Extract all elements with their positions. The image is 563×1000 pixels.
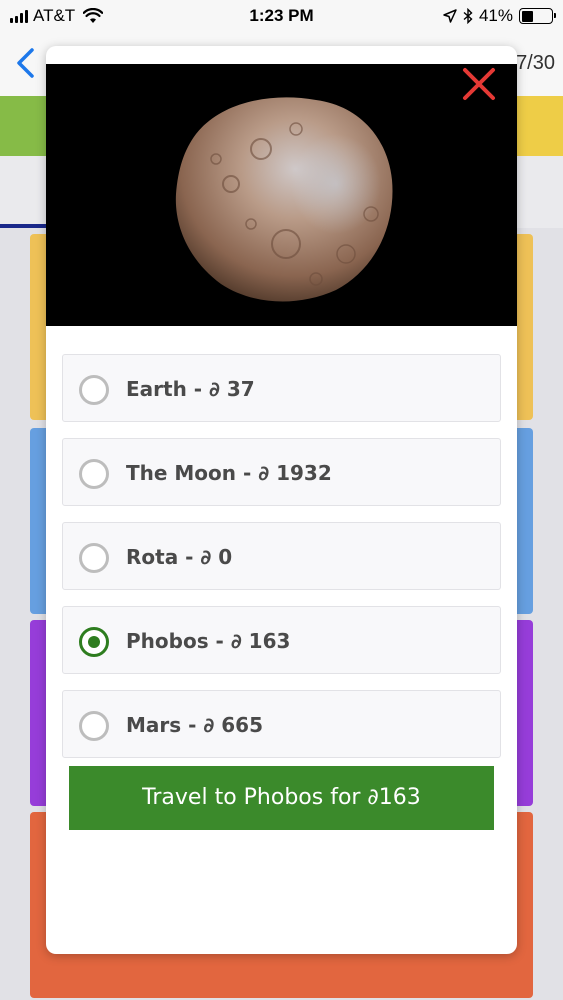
option-label: The Moon - ∂ 1932 <box>126 461 332 485</box>
close-icon[interactable] <box>461 66 497 102</box>
radio-button[interactable] <box>79 459 109 489</box>
option-label: Phobos - ∂ 163 <box>126 629 291 653</box>
option-label: Rota - ∂ 0 <box>126 545 233 569</box>
travel-button[interactable]: Travel to Phobos for ∂163 <box>69 766 494 830</box>
radio-button[interactable] <box>79 375 109 405</box>
radio-button[interactable] <box>79 711 109 741</box>
option-earth[interactable]: Earth - ∂ 37 <box>62 354 501 422</box>
option-phobos[interactable]: Phobos - ∂ 163 <box>62 606 501 674</box>
phobos-image <box>46 64 517 326</box>
option-rota[interactable]: Rota - ∂ 0 <box>62 522 501 590</box>
radio-button-selected[interactable] <box>79 627 109 657</box>
option-mars[interactable]: Mars - ∂ 665 <box>62 690 501 758</box>
option-label: Mars - ∂ 665 <box>126 713 263 737</box>
option-label: Earth - ∂ 37 <box>126 377 255 401</box>
radio-button[interactable] <box>79 543 109 573</box>
destination-modal: Earth - ∂ 37 The Moon - ∂ 1932 Rota - ∂ … <box>46 46 517 954</box>
option-the-moon[interactable]: The Moon - ∂ 1932 <box>62 438 501 506</box>
